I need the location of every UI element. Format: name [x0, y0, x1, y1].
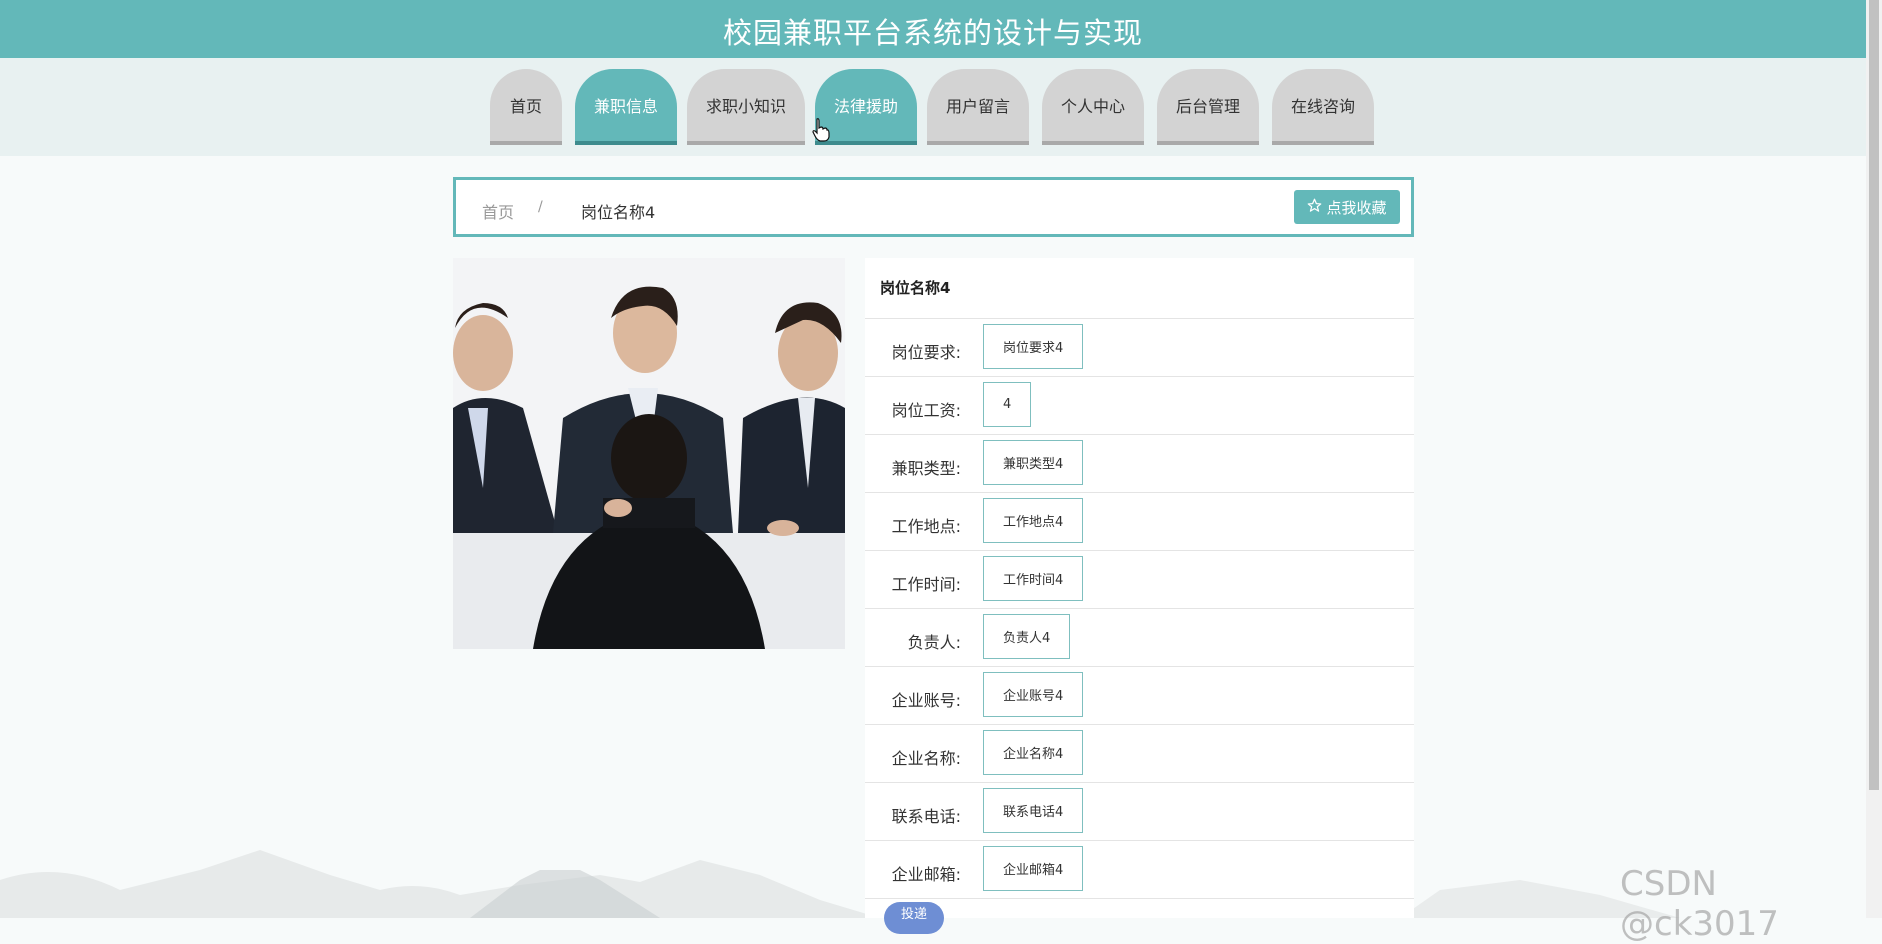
nav-tab-home[interactable]: 首页 [490, 69, 562, 145]
job-title: 岗位名称4 [865, 258, 1414, 319]
favorite-button[interactable]: 点我收藏 [1294, 190, 1400, 224]
detail-label: 工作地点: [891, 517, 961, 536]
detail-value: 企业账号4 [983, 672, 1084, 717]
nav-tab-job-tips[interactable]: 求职小知识 [687, 69, 805, 145]
detail-label: 工作时间: [891, 575, 961, 594]
breadcrumb-home-link[interactable]: 首页 [482, 199, 514, 223]
detail-row: 兼职类型: 兼职类型4 [865, 435, 1414, 493]
detail-value: 岗位要求4 [983, 324, 1084, 369]
nav-tab-legal-aid[interactable]: 法律援助 [815, 69, 917, 145]
detail-row: 工作地点: 工作地点4 [865, 493, 1414, 551]
detail-value: 企业名称4 [983, 730, 1084, 775]
nav-tab-jobs[interactable]: 兼职信息 [575, 69, 677, 145]
csdn-watermark: CSDN @ck3017 [1620, 864, 1779, 944]
site-header: 校园兼职平台系统的设计与实现 [0, 0, 1866, 58]
detail-label: 联系电话: [891, 807, 961, 826]
detail-row: 负责人: 负责人4 [865, 609, 1414, 667]
nav-tab-messages[interactable]: 用户留言 [927, 69, 1029, 145]
detail-label: 企业账号: [891, 691, 961, 710]
detail-label: 岗位要求: [891, 343, 961, 362]
detail-label: 企业邮箱: [891, 865, 961, 884]
detail-value: 联系电话4 [983, 788, 1084, 833]
detail-row: 岗位工资: 4 [865, 377, 1414, 435]
detail-label: 负责人: [907, 633, 961, 652]
breadcrumb: 首页 / 岗位名称4 点我收藏 [453, 177, 1414, 237]
detail-row: 企业邮箱: 企业邮箱4 [865, 841, 1414, 899]
nav-tab-admin[interactable]: 后台管理 [1157, 69, 1259, 145]
scrollbar-thumb[interactable] [1869, 0, 1879, 790]
detail-label: 企业名称: [891, 749, 961, 768]
job-photo [453, 258, 845, 649]
star-outline-icon [1307, 198, 1322, 217]
favorite-button-label: 点我收藏 [1326, 198, 1387, 217]
nav-tab-consult[interactable]: 在线咨询 [1272, 69, 1374, 145]
detail-row: 工作时间: 工作时间4 [865, 551, 1414, 609]
detail-label: 岗位工资: [891, 401, 961, 420]
detail-value: 兼职类型4 [983, 440, 1084, 485]
site-title: 校园兼职平台系统的设计与实现 [722, 16, 1143, 50]
breadcrumb-separator: / [538, 199, 543, 215]
detail-value: 工作时间4 [983, 556, 1084, 601]
nav-tab-profile[interactable]: 个人中心 [1042, 69, 1144, 145]
detail-value: 企业邮箱4 [983, 846, 1084, 891]
detail-row: 岗位要求: 岗位要求4 [865, 319, 1414, 377]
detail-value: 4 [983, 382, 1032, 427]
detail-row: 企业账号: 企业账号4 [865, 667, 1414, 725]
hand-cursor-icon [812, 118, 830, 146]
apply-button[interactable]: 投递 [884, 902, 944, 934]
detail-value: 负责人4 [983, 614, 1071, 659]
job-detail-panel: 岗位名称4 岗位要求: 岗位要求4 岗位工资: 4 兼职类型: 兼职类型4 工作… [865, 258, 1414, 918]
detail-value: 工作地点4 [983, 498, 1084, 543]
detail-label: 兼职类型: [891, 459, 961, 478]
breadcrumb-current: 岗位名称4 [581, 203, 656, 222]
main-nav: 首页 兼职信息 求职小知识 法律援助 用户留言 个人中心 后台管理 在线咨询 [0, 69, 1866, 147]
detail-row: 企业名称: 企业名称4 [865, 725, 1414, 783]
page-scrollbar[interactable] [1866, 0, 1882, 918]
detail-row: 联系电话: 联系电话4 [865, 783, 1414, 841]
